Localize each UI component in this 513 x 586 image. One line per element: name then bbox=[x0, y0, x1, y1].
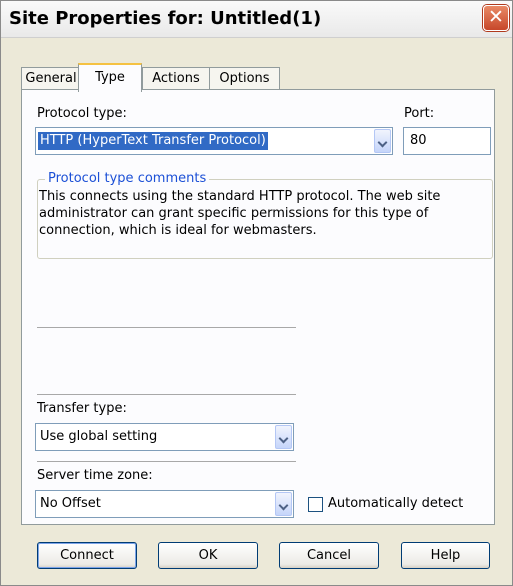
tab-options[interactable]: Options bbox=[209, 67, 280, 90]
port-input[interactable]: 80 bbox=[403, 127, 491, 155]
tab-actions[interactable]: Actions bbox=[142, 67, 210, 90]
port-label: Port: bbox=[404, 106, 435, 121]
divider bbox=[37, 461, 296, 462]
help-button[interactable]: Help bbox=[401, 542, 490, 569]
transfer-type-select[interactable]: Use global setting bbox=[35, 423, 294, 451]
protocol-type-value: HTTP (HyperText Transfer Protocol) bbox=[38, 132, 268, 150]
server-time-zone-select[interactable]: No Offset bbox=[35, 490, 294, 518]
close-icon[interactable]: ✕ bbox=[483, 5, 509, 31]
title-bar[interactable]: Site Properties for: Untitled(1) ✕ bbox=[1, 1, 512, 38]
tab-type[interactable]: Type bbox=[78, 63, 142, 92]
protocol-comments-legend: Protocol type comments bbox=[45, 171, 210, 186]
cancel-button[interactable]: Cancel bbox=[279, 542, 379, 569]
tab-general[interactable]: General bbox=[21, 67, 81, 90]
protocol-type-select[interactable]: HTTP (HyperText Transfer Protocol) bbox=[35, 127, 393, 155]
divider bbox=[37, 394, 296, 395]
transfer-type-value: Use global setting bbox=[40, 429, 158, 444]
chevron-down-icon[interactable] bbox=[275, 425, 292, 449]
auto-detect-label[interactable]: Automatically detect bbox=[328, 496, 463, 511]
ok-button[interactable]: OK bbox=[158, 542, 258, 569]
server-time-zone-label: Server time zone: bbox=[37, 468, 153, 483]
auto-detect-checkbox[interactable] bbox=[308, 497, 323, 512]
chevron-down-icon[interactable] bbox=[275, 492, 292, 516]
dialog-title: Site Properties for: Untitled(1) bbox=[9, 8, 322, 29]
site-properties-dialog: Site Properties for: Untitled(1) ✕ Gener… bbox=[0, 0, 513, 586]
transfer-type-label: Transfer type: bbox=[37, 401, 127, 416]
chevron-down-icon[interactable] bbox=[374, 129, 391, 153]
server-time-zone-value: No Offset bbox=[40, 496, 101, 511]
protocol-comments-text: This connects using the standard HTTP pr… bbox=[39, 189, 441, 238]
protocol-type-label: Protocol type: bbox=[37, 106, 127, 121]
divider bbox=[37, 327, 296, 328]
connect-button[interactable]: Connect bbox=[37, 542, 137, 569]
